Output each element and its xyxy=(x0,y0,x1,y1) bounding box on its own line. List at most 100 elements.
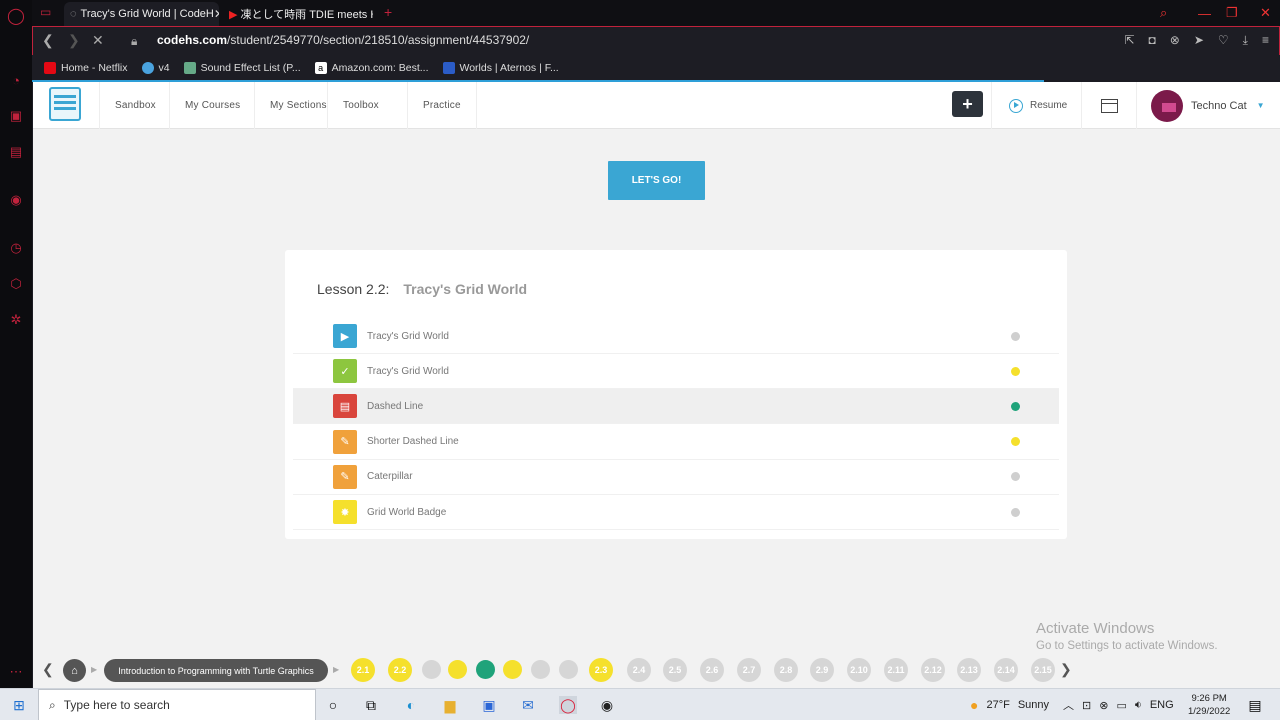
section-circle[interactable]: 2.14 xyxy=(994,658,1018,682)
obs-icon[interactable]: ◉ xyxy=(598,696,616,714)
task-view-icon[interactable]: ⧉ xyxy=(362,696,380,714)
opera-logo-icon[interactable]: ◯ xyxy=(7,8,25,25)
section-circle[interactable]: 2.6 xyxy=(700,658,724,682)
tab-youtube[interactable]: ▶ 凍として時雨 TDIE meets HA ✕ xyxy=(223,2,373,26)
restore-icon[interactable]: ❐ xyxy=(1226,0,1238,26)
watermark-title: Activate Windows xyxy=(1036,620,1155,637)
menu-icon[interactable]: ≡ xyxy=(1262,33,1269,48)
section-circle[interactable]: 2.13 xyxy=(957,658,981,682)
section-circle[interactable]: 2.4 xyxy=(627,658,651,682)
store-icon[interactable]: ▣ xyxy=(480,696,498,714)
taskbar-search-input[interactable]: ⌕ Type here to search xyxy=(38,689,316,720)
speed-dial-icon[interactable]: ◔ xyxy=(8,72,24,88)
network-icon[interactable]: ⊡ xyxy=(1082,699,1091,712)
bookmark-amazon[interactable]: a Amazon.com: Best... xyxy=(314,61,429,74)
more-icon[interactable]: ⋯ xyxy=(8,664,24,680)
section-circle[interactable]: 2.8 xyxy=(774,658,798,682)
cortana-icon[interactable]: ○ xyxy=(324,696,342,714)
home-button[interactable]: ⌂ xyxy=(63,659,86,682)
extensions-icon[interactable]: ⬡ xyxy=(8,276,24,292)
forward-icon[interactable]: ❯ xyxy=(68,32,80,49)
bookmark-sound-effects[interactable]: Sound Effect List (P... xyxy=(183,61,301,74)
back-icon[interactable]: ❮ xyxy=(42,32,54,49)
add-button[interactable]: + xyxy=(952,91,983,117)
lesson-item-label: Shorter Dashed Line xyxy=(367,436,459,448)
heart-icon[interactable]: ♡ xyxy=(1218,33,1229,48)
bookmark-v4[interactable]: v4 xyxy=(141,61,170,74)
lesson-item[interactable]: ✸ Grid World Badge xyxy=(293,495,1059,530)
player-icon[interactable]: ◉ xyxy=(8,192,24,208)
lesson-number: Lesson 2.2: xyxy=(317,281,390,297)
prev-arrow-icon[interactable]: ❮ xyxy=(42,661,54,678)
security-icon[interactable]: ⊗ xyxy=(1099,699,1108,712)
mail-icon[interactable]: ✉ xyxy=(519,696,537,714)
user-menu[interactable]: Techno Cat ▼ xyxy=(1136,82,1280,129)
settings-gear-icon[interactable]: ✲ xyxy=(8,312,24,328)
minimize-icon[interactable]: — xyxy=(1198,0,1211,26)
lesson-item[interactable]: ✎ Caterpillar xyxy=(293,460,1059,495)
edge-icon[interactable]: ◐ xyxy=(402,696,420,714)
nav-my-courses[interactable]: My Courses xyxy=(169,82,255,129)
windows-start-icon[interactable]: ⊞ xyxy=(10,696,28,714)
lets-go-button[interactable]: LET'S GO! xyxy=(608,161,705,200)
section-video-icon[interactable] xyxy=(422,660,441,679)
weather-text[interactable]: Sunny xyxy=(1018,699,1049,711)
chevron-up-icon[interactable]: ︿ xyxy=(1063,697,1074,713)
layout-toggle-button[interactable] xyxy=(1081,82,1136,129)
section-circle[interactable]: 2.1 xyxy=(351,658,375,682)
resume-label: Resume xyxy=(1030,100,1068,111)
clock[interactable]: 9:26 PM 1/29/2022 xyxy=(1188,692,1230,718)
file-explorer-icon[interactable]: ▆ xyxy=(441,696,459,714)
bag-icon[interactable]: ▣ xyxy=(8,108,24,124)
download-icon[interactable]: ⤓ xyxy=(1243,33,1248,48)
volume-icon[interactable]: 🔉︎ xyxy=(1135,699,1142,712)
gamepad-icon[interactable]: ▭ xyxy=(40,5,51,19)
section-circle[interactable]: 2.12 xyxy=(921,658,945,682)
section-circle[interactable]: 2.5 xyxy=(663,658,687,682)
lesson-item[interactable]: ▤ Dashed Line xyxy=(293,389,1059,425)
new-tab-icon[interactable]: + xyxy=(384,4,392,20)
twitch-icon[interactable]: ▤ xyxy=(8,144,24,160)
lesson-item[interactable]: ✎ Shorter Dashed Line xyxy=(293,425,1059,460)
section-check-icon[interactable] xyxy=(448,660,467,679)
layout-icon xyxy=(1100,98,1118,113)
display-icon[interactable]: ▭ xyxy=(1116,699,1126,712)
course-title-button[interactable]: Introduction to Programming with Turtle … xyxy=(104,659,328,682)
weather-temp[interactable]: 27°F xyxy=(986,699,1009,711)
section-circle[interactable]: 2.11 xyxy=(884,658,908,682)
section-pencil-icon[interactable] xyxy=(531,660,550,679)
share-icon[interactable]: ⇱ xyxy=(1124,33,1134,48)
close-tab-icon[interactable]: ✕ xyxy=(214,7,219,21)
nav-sandbox[interactable]: Sandbox xyxy=(99,82,171,129)
search-tabs-icon[interactable]: ⌕ xyxy=(1160,0,1167,26)
section-circle[interactable]: 2.7 xyxy=(737,658,761,682)
lesson-item[interactable]: ✓ Tracy's Grid World xyxy=(293,354,1059,390)
notifications-icon[interactable]: ▤ xyxy=(1246,696,1264,714)
resume-button[interactable]: Resume xyxy=(991,82,1081,129)
tab-active[interactable]: ◌ Tracy's Grid World | CodeH ✕ xyxy=(64,2,219,26)
codehs-logo-icon[interactable] xyxy=(49,87,81,121)
section-circle[interactable]: 2.15 xyxy=(1031,658,1055,682)
bookmark-netflix[interactable]: Home - Netflix xyxy=(44,61,128,74)
nav-toolbox[interactable]: Toolbox xyxy=(327,82,394,129)
nav-practice[interactable]: Practice xyxy=(407,82,477,129)
section-circle[interactable]: 2.9 xyxy=(810,658,834,682)
section-circle[interactable]: 2.2 xyxy=(388,658,412,682)
section-circle[interactable]: 2.10 xyxy=(847,658,871,682)
section-circle[interactable]: 2.3 xyxy=(589,658,613,682)
shield-icon[interactable]: ⊗ xyxy=(1170,33,1180,48)
stop-icon[interactable]: ✕ xyxy=(92,32,104,49)
lesson-item[interactable]: ▶ Tracy's Grid World xyxy=(293,319,1059,354)
section-document-icon[interactable] xyxy=(476,660,495,679)
bookmark-aternos[interactable]: Worlds | Aternos | F... xyxy=(442,61,559,74)
section-badge-icon[interactable] xyxy=(559,660,578,679)
section-pencil-icon[interactable] xyxy=(503,660,522,679)
opera-gx-icon[interactable]: ◯ xyxy=(559,696,577,714)
next-arrow-icon[interactable]: ❯ xyxy=(1060,661,1072,678)
close-window-icon[interactable]: ✕ xyxy=(1260,0,1271,26)
url-field[interactable]: codehs.com/student/2549770/section/21851… xyxy=(157,33,529,47)
camera-icon[interactable]: ◘ xyxy=(1149,33,1156,48)
history-icon[interactable]: ◷ xyxy=(8,240,24,256)
send-icon[interactable]: ➤ xyxy=(1194,33,1204,48)
language-indicator[interactable]: ENG xyxy=(1150,699,1174,711)
